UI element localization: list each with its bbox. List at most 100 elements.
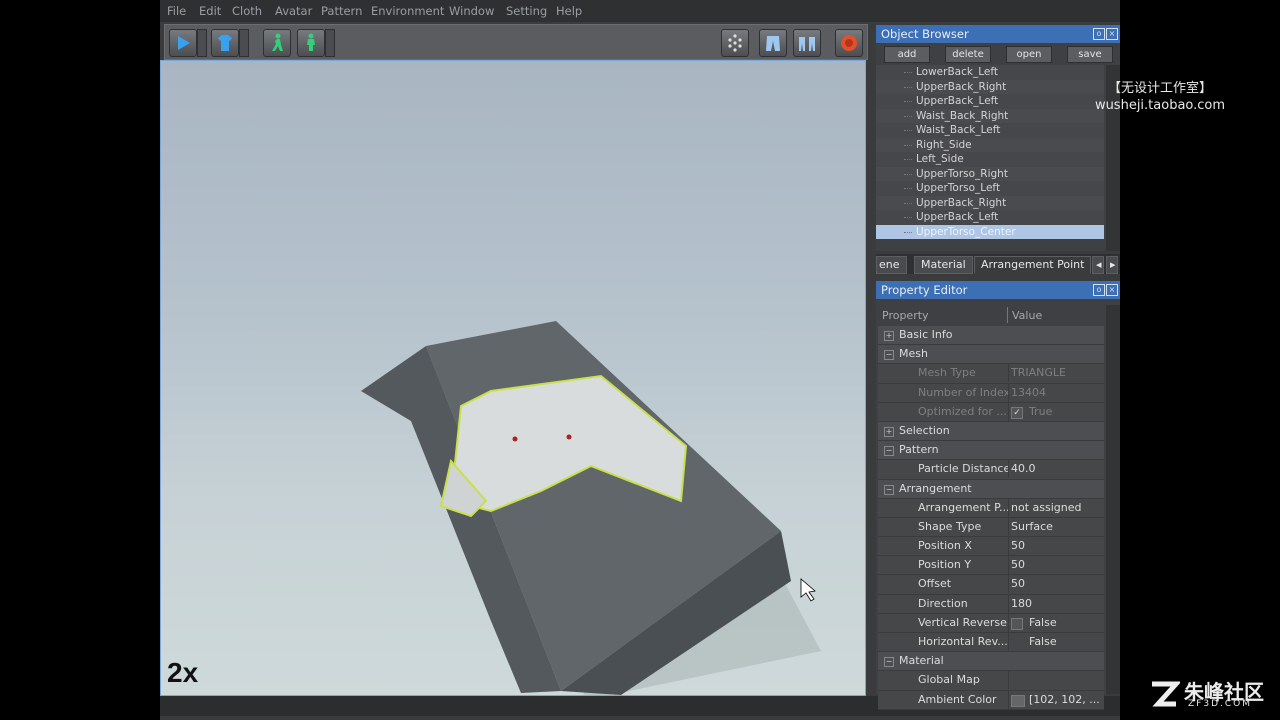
checkbox[interactable] [1011, 617, 1023, 630]
close-panel-icon[interactable]: × [1106, 28, 1118, 40]
collapse-icon[interactable]: − [884, 657, 894, 668]
property-row[interactable]: Direction 180 [878, 594, 1104, 614]
record-icon [841, 35, 857, 51]
menu-help[interactable]: Help [556, 4, 582, 18]
delete-button[interactable]: delete [945, 46, 991, 63]
tab-material[interactable]: Material [914, 256, 973, 274]
property-row[interactable]: Particle Distance 40.0 [878, 460, 1104, 480]
float-panel-icon[interactable]: o [1093, 28, 1105, 40]
property-group[interactable]: − Mesh [878, 345, 1104, 365]
column-value: Value [1012, 309, 1043, 322]
avatar-walk-button[interactable] [263, 29, 291, 57]
property-name: Arrangement [899, 481, 972, 495]
column-property: Property [882, 309, 929, 322]
property-row[interactable]: Shape Type Surface [878, 517, 1104, 538]
tree-item[interactable]: LowerBack_Left [876, 65, 1104, 80]
record-button[interactable] [835, 29, 863, 57]
property-group[interactable]: − Pattern [878, 441, 1104, 461]
checkbox[interactable]: ✓ [1011, 406, 1023, 419]
tab-scene[interactable]: ene [876, 256, 907, 274]
3d-viewport[interactable]: 2x [160, 60, 866, 696]
tree-item[interactable]: Right_Side [876, 137, 1104, 152]
arrangement-point[interactable] [512, 436, 518, 442]
tree-item-selected[interactable]: UpperTorso_Center [876, 224, 1104, 239]
property-row[interactable]: Vertical Reverse False [878, 613, 1104, 633]
tree-item[interactable]: UpperBack_Right [876, 195, 1104, 210]
tab-arrangement-point[interactable]: Arrangement Point [974, 256, 1092, 274]
collapse-icon[interactable]: − [884, 484, 894, 495]
tree-item[interactable]: UpperBack_Left [876, 210, 1104, 225]
avatar-dropdown[interactable] [325, 29, 335, 57]
property-value[interactable]: 50 [1011, 575, 1103, 593]
column-separator [1008, 633, 1009, 651]
property-row[interactable]: Global Map [878, 671, 1104, 691]
property-editor-scrollbar[interactable] [1106, 305, 1120, 694]
property-row[interactable]: Ambient Color [102, 102, ... [878, 690, 1104, 710]
property-value[interactable]: 50 [1011, 556, 1103, 574]
property-value[interactable]: 50 [1011, 537, 1103, 555]
float-panel-icon[interactable]: o [1093, 284, 1105, 296]
play-dropdown[interactable] [197, 29, 207, 57]
column-separator [1008, 402, 1009, 421]
menu-window[interactable]: Window [449, 4, 494, 18]
play-simulation-button[interactable] [169, 29, 197, 57]
tree-item[interactable]: Waist_Back_Left [876, 123, 1104, 138]
property-value[interactable]: not assigned [1011, 499, 1103, 517]
open-button[interactable]: open [1006, 46, 1052, 63]
menu-edit[interactable]: Edit [199, 4, 221, 18]
menu-setting[interactable]: Setting [506, 4, 547, 18]
property-row[interactable]: Number of Index 13404 [878, 383, 1104, 403]
points-button[interactable] [721, 29, 749, 57]
garment-fit-button[interactable] [759, 29, 787, 57]
menu-file[interactable]: File [167, 4, 186, 18]
column-separator [1008, 690, 1009, 709]
property-group[interactable]: + Selection [878, 421, 1104, 442]
property-name: Shape Type [918, 519, 982, 533]
property-group[interactable]: − Arrangement [878, 479, 1104, 499]
property-group[interactable]: + Basic Info [878, 326, 1104, 346]
tree-item[interactable]: UpperTorso_Right [876, 166, 1104, 181]
collapse-icon[interactable]: − [884, 446, 894, 457]
menu-bar: File Edit Cloth Avatar Pattern Environme… [160, 0, 1120, 22]
panel-title-text: Object Browser [881, 27, 969, 41]
tab-scroll-left[interactable]: ◂ [1092, 256, 1104, 274]
menu-avatar[interactable]: Avatar [275, 4, 312, 18]
close-panel-icon[interactable]: × [1106, 284, 1118, 296]
property-value[interactable]: 40.0 [1011, 460, 1103, 478]
property-row[interactable]: Optimized for ... True ✓ [878, 402, 1104, 422]
tab-scroll-right[interactable]: ▸ [1106, 256, 1118, 274]
menu-pattern[interactable]: Pattern [321, 4, 362, 18]
expand-icon[interactable]: + [884, 331, 894, 341]
avatar-pose-button[interactable] [297, 29, 325, 57]
collapse-icon[interactable]: − [884, 350, 894, 361]
property-name: Ambient Color [918, 692, 997, 706]
property-group[interactable]: − Material [878, 652, 1104, 672]
column-separator [1008, 613, 1009, 632]
property-value[interactable]: 180 [1011, 595, 1103, 613]
menu-environment[interactable]: Environment [371, 4, 444, 18]
menu-cloth[interactable]: Cloth [232, 4, 262, 18]
property-row[interactable]: Position Y 50 [878, 556, 1104, 576]
panel-title-text: Property Editor [881, 283, 968, 297]
arrangement-point[interactable] [566, 434, 572, 440]
property-row[interactable]: Offset 50 [878, 575, 1104, 595]
property-value[interactable]: 13404 [1011, 384, 1103, 402]
property-value[interactable]: Surface [1011, 518, 1103, 536]
garment-dropdown[interactable] [239, 29, 249, 57]
dot-grid-icon [728, 34, 742, 52]
property-row[interactable]: Mesh Type TRIANGLE [878, 364, 1104, 384]
property-row[interactable]: Position X 50 [878, 537, 1104, 557]
garment-button[interactable] [211, 29, 239, 57]
add-button[interactable]: add [884, 46, 930, 63]
property-row[interactable]: Horizontal Rev... False [878, 633, 1104, 653]
property-name: Material [899, 654, 944, 668]
tree-item[interactable]: UpperTorso_Left [876, 181, 1104, 196]
avatar-garment-button[interactable] [793, 29, 821, 57]
property-name: Offset [918, 577, 952, 591]
property-row[interactable]: Arrangement P... not assigned [878, 498, 1104, 518]
property-value[interactable]: TRIANGLE [1011, 364, 1103, 382]
tree-item[interactable]: Left_Side [876, 152, 1104, 167]
expand-icon[interactable]: + [884, 426, 894, 437]
color-swatch[interactable] [1011, 694, 1025, 707]
save-button[interactable]: save [1067, 46, 1113, 63]
